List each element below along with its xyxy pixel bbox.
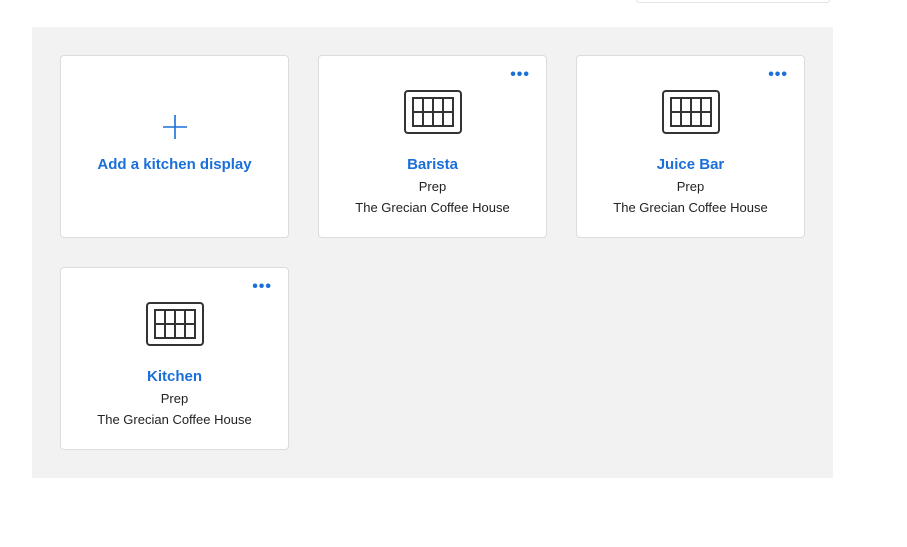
display-name: Juice Bar (656, 156, 725, 173)
add-kitchen-display-label: Add a kitchen display (97, 156, 252, 173)
display-card-juice-bar[interactable]: ••• Juice Bar Prep The Grecian Coffee Ho… (576, 55, 805, 238)
more-options-icon[interactable]: ••• (252, 279, 272, 295)
more-options-icon[interactable]: ••• (510, 67, 530, 83)
kitchen-display-icon (145, 302, 204, 346)
display-location: The Grecian Coffee House (613, 200, 768, 215)
display-card-kitchen[interactable]: ••• Kitchen Prep The Grecian Coffee Hous… (60, 267, 289, 450)
display-type: Prep (160, 391, 189, 406)
kitchen-display-icon (403, 90, 462, 134)
plus-icon (162, 115, 187, 139)
display-type: Prep (676, 179, 705, 194)
display-location: The Grecian Coffee House (355, 200, 510, 215)
add-kitchen-display-button[interactable]: Add a kitchen display (60, 55, 289, 238)
display-location: The Grecian Coffee House (97, 412, 252, 427)
more-options-icon[interactable]: ••• (768, 67, 788, 83)
kitchen-displays-panel: Add a kitchen display ••• Barista Prep T… (32, 27, 833, 478)
kitchen-display-icon (661, 90, 720, 134)
display-name: Kitchen (146, 368, 202, 385)
display-type: Prep (418, 179, 447, 194)
display-name: Barista (407, 156, 458, 173)
display-card-barista[interactable]: ••• Barista Prep The Grecian Coffee Hous… (318, 55, 547, 238)
top-input-field[interactable] (636, 0, 830, 3)
